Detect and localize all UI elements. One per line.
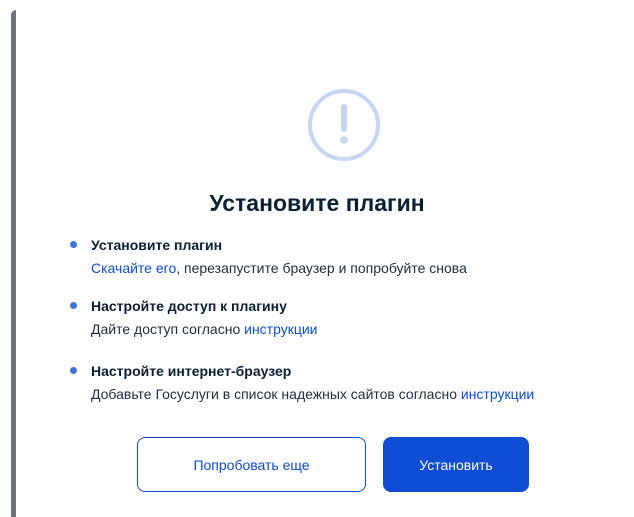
step-configure-access: Настройте доступ к плагину Дайте доступ … xyxy=(70,296,318,339)
exclamation-circle-icon xyxy=(308,89,380,161)
step-description: Дайте доступ согласно инструкции xyxy=(91,319,318,339)
step-title: Настройте интернет-браузер xyxy=(91,363,292,379)
retry-button[interactable]: Попробовать еще xyxy=(137,437,366,492)
instructions-link[interactable]: инструкции xyxy=(244,321,317,337)
step-description: Скачайте его, перезапустите браузер и по… xyxy=(91,258,467,278)
bullet-icon xyxy=(70,302,77,309)
plugin-dialog: Установите плагин Установите плагин Скач… xyxy=(0,0,634,517)
instructions-link[interactable]: инструкции xyxy=(461,386,534,402)
step-description-text: , перезапустите браузер и попробуйте сно… xyxy=(176,260,467,276)
step-description-text: Добавьте Госуслуги в список надежных сай… xyxy=(91,386,461,402)
install-button[interactable]: Установить xyxy=(383,437,529,492)
step-configure-browser: Настройте интернет-браузер Добавьте Госу… xyxy=(70,361,534,404)
bullet-icon xyxy=(70,241,77,248)
download-link[interactable]: Скачайте его xyxy=(91,260,176,276)
step-description: Добавьте Госуслуги в список надежных сай… xyxy=(91,384,534,404)
step-description-text: Дайте доступ согласно xyxy=(91,321,245,337)
step-title: Настройте доступ к плагину xyxy=(91,298,287,314)
step-title: Установите плагин xyxy=(91,237,223,253)
bullet-icon xyxy=(70,367,77,374)
dialog-title: Установите плагин xyxy=(209,190,425,216)
left-border xyxy=(11,10,16,517)
step-install-plugin: Установите плагин Скачайте его, перезапу… xyxy=(70,235,467,278)
